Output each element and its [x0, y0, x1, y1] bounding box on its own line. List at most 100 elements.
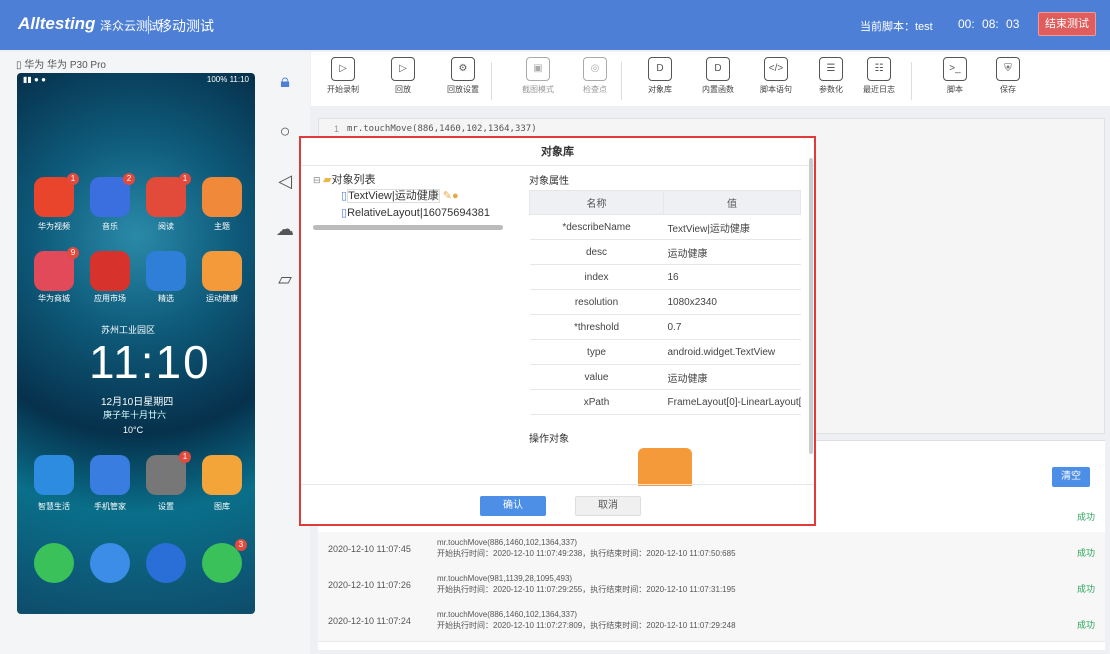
toolbar: ▷ 开始录制 ▷ 回放 ⚙ 回放设置 ▣ 截图模式 ◎ 检查点 D 对象库 D 内置函数 </> 脚本语句 ☰ 参… — [311, 52, 1110, 106]
property-value[interactable]: 16 — [663, 264, 801, 290]
checkpoint-tool[interactable]: ◎ 检查点 — [573, 57, 617, 95]
tree-item-relativelayout[interactable]: ▯RelativeLayout|16075694381 — [313, 205, 508, 222]
browser-icon[interactable] — [146, 543, 186, 583]
log-status: 成功 — [1076, 620, 1095, 630]
property-row[interactable]: xPath FrameLayout[0]-LinearLayout[ — [529, 389, 801, 415]
property-row[interactable]: resolution 1080x2340 — [529, 289, 801, 315]
log-time: 2020-12-10 11:07:24 — [328, 616, 411, 626]
tree-item-label: RelativeLayout|16075694381 — [347, 207, 490, 219]
toolbar-divider — [911, 62, 912, 100]
upload-cloud-icon[interactable]: ☁ — [270, 214, 300, 244]
line-number: 1 — [333, 124, 339, 134]
log-command: mr.touchMove(886,1460,102,1364,337) — [437, 610, 578, 619]
toolbar-label: 开始录制 — [327, 85, 359, 94]
code-tool[interactable]: </> 脚本语句 — [754, 57, 798, 95]
rotate-icon[interactable]: ▱ — [270, 264, 300, 294]
record-icon: ▷ — [331, 57, 355, 81]
log-status: 成功 — [1076, 584, 1095, 594]
property-value[interactable]: 运动健康 — [663, 239, 801, 265]
toolbar-label: 最近日志 — [863, 85, 895, 94]
tree-scrollbar[interactable] — [313, 225, 503, 230]
property-name: index — [529, 264, 664, 290]
shield-icon[interactable] — [90, 455, 130, 495]
app-label: 手机管家 — [94, 502, 126, 511]
log-tool[interactable]: ☷ 最近日志 — [857, 57, 901, 95]
clear-log-button[interactable]: 清空 — [1052, 467, 1090, 487]
gear-tool[interactable]: ⚙ 回放设置 — [441, 57, 485, 95]
gear-icon: ⚙ — [451, 57, 475, 81]
cancel-button[interactable]: 取消 — [575, 496, 641, 516]
app-label: 应用市场 — [94, 294, 126, 303]
property-name: resolution — [529, 289, 664, 315]
property-value[interactable]: TextView|运动健康 — [663, 214, 801, 240]
screenshot-tool[interactable]: ▣ 截图模式 — [516, 57, 560, 95]
property-name: value — [529, 364, 664, 390]
dialog-scrollbar[interactable] — [809, 158, 813, 454]
script-tool[interactable]: >_ 脚本 — [933, 57, 977, 95]
property-value[interactable]: 1080x2340 — [663, 289, 801, 315]
toolbar-label: 内置函数 — [702, 85, 734, 94]
property-row[interactable]: *threshold 0.7 — [529, 314, 801, 340]
toolbar-label: 脚本 — [947, 85, 963, 94]
function-tool[interactable]: D 内置函数 — [696, 57, 740, 95]
card-icon[interactable] — [146, 251, 186, 291]
app-label: 设置 — [158, 502, 174, 511]
tree-root-label: 对象列表 — [331, 174, 376, 186]
property-row[interactable]: type android.widget.TextView — [529, 339, 801, 365]
property-row[interactable]: index 16 — [529, 264, 801, 290]
tree-item-label: TextView|运动健康 — [347, 189, 440, 203]
property-row[interactable]: value 运动健康 — [529, 364, 801, 390]
edit-icon[interactable]: ✎● — [440, 190, 459, 202]
phone-icon[interactable] — [34, 543, 74, 583]
end-test-button[interactable]: 结束测试 — [1038, 12, 1096, 36]
toolbar-label: 截图模式 — [522, 85, 554, 94]
record-tool[interactable]: ▷ 开始录制 — [321, 57, 365, 95]
property-value[interactable]: 运动健康 — [663, 364, 801, 390]
notification-badge: 9 — [67, 247, 79, 259]
save-tool[interactable]: ⛨ 保存 — [986, 57, 1030, 95]
object-lib-tool[interactable]: D 对象库 — [638, 57, 682, 95]
property-name: *threshold — [529, 314, 664, 340]
property-value[interactable]: 0.7 — [663, 314, 801, 340]
back-icon[interactable]: ◁ — [270, 166, 300, 196]
property-row[interactable]: desc 运动健康 — [529, 239, 801, 265]
toolbar-label: 对象库 — [648, 85, 672, 94]
property-value[interactable]: android.widget.TextView — [663, 339, 801, 365]
property-name: xPath — [529, 389, 664, 415]
log-command: mr.touchMove(886,1460,102,1364,337) — [437, 538, 578, 547]
log-detail: 开始执行时间：2020-12-10 11:07:49:238，执行结束时间：20… — [437, 549, 736, 558]
brush-icon[interactable] — [202, 177, 242, 217]
status-battery-time: 100% 11:10 — [206, 75, 249, 84]
log-icon: ☷ — [867, 57, 891, 81]
health-icon[interactable] — [202, 251, 242, 291]
property-value[interactable]: FrameLayout[0]-LinearLayout[ — [663, 389, 801, 415]
home-icon[interactable] — [34, 455, 74, 495]
props-heading: 对象属性 — [529, 176, 569, 187]
code-line[interactable]: mr.touchMove(886,1460,102,1364,337) — [347, 124, 537, 134]
tree-item-textview[interactable]: ▯TextView|运动健康 ✎● — [313, 188, 508, 205]
lock-clock: 11:10 — [89, 336, 211, 388]
notification-badge: 1 — [179, 173, 191, 185]
huawei-icon[interactable] — [90, 251, 130, 291]
message-icon[interactable] — [90, 543, 130, 583]
collapse-icon[interactable]: ⊟ — [313, 175, 323, 185]
home-circle-icon[interactable]: ○ — [270, 116, 300, 146]
tree-root[interactable]: ⊟ ▰对象列表 — [313, 172, 508, 188]
confirm-button[interactable]: 确认 — [480, 496, 546, 516]
log-time: 2020-12-10 11:07:26 — [328, 580, 411, 590]
toolbar-label: 脚本语句 — [760, 85, 792, 94]
gallery-icon[interactable] — [202, 455, 242, 495]
lock-icon[interactable]: 🔒︎ — [270, 66, 300, 96]
scrollbar-thumb[interactable] — [313, 225, 503, 230]
device-screen[interactable]: ▮▮ ● ● 100% 11:10 苏州工业园区 11:10 12月10日星期四… — [17, 73, 255, 614]
app-label: 音乐 — [102, 222, 118, 231]
property-name: desc — [529, 239, 664, 265]
dialog-footer — [301, 484, 814, 526]
param-tool[interactable]: ☰ 参数化 — [809, 57, 853, 95]
playback-tool[interactable]: ▷ 回放 — [381, 57, 425, 95]
temperature: 10°C — [123, 425, 144, 435]
property-row[interactable]: *describeName TextView|运动健康 — [529, 214, 801, 240]
column-header-value: 值 — [663, 190, 801, 215]
date: 12月10日星期四 — [101, 397, 174, 408]
top-bar: Alltesting 泽众云测试 移动测试 当前脚本：test 00: 08: … — [0, 0, 1110, 50]
